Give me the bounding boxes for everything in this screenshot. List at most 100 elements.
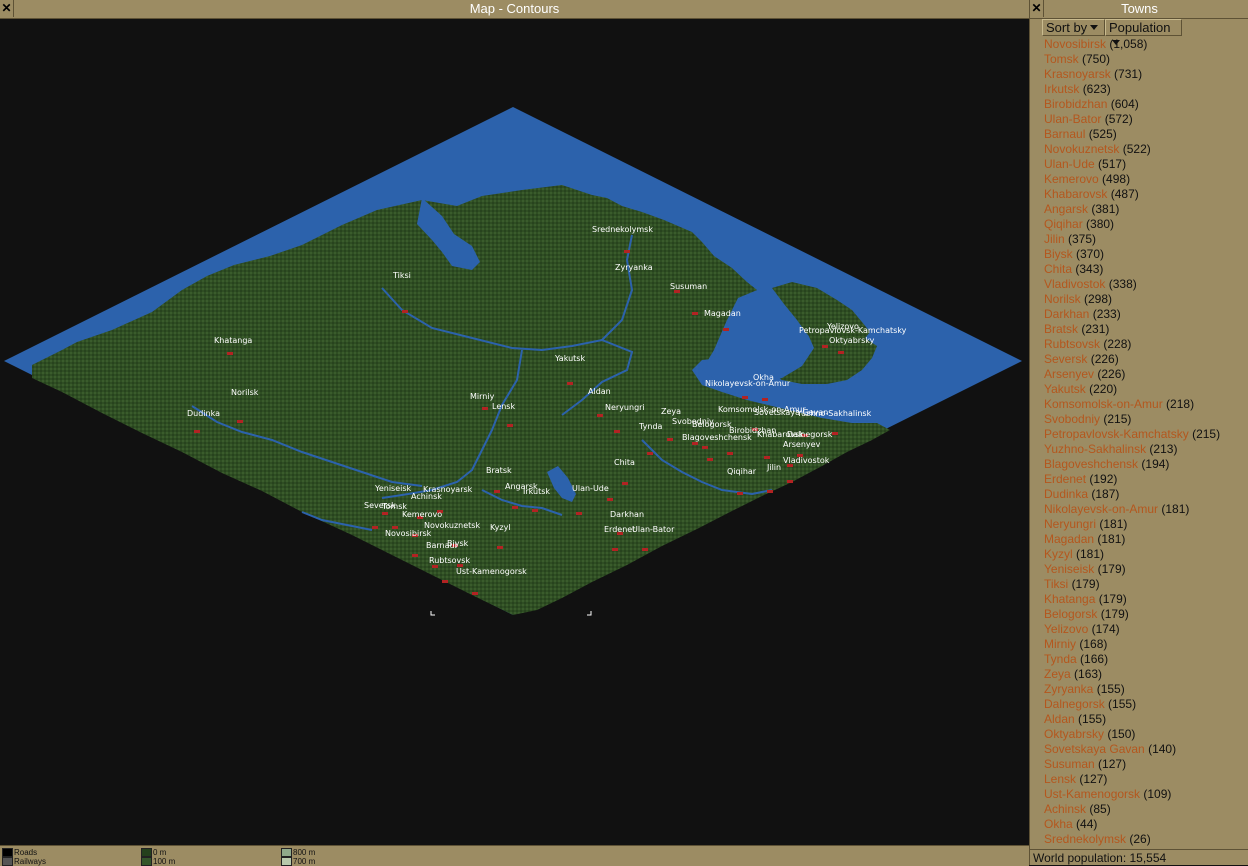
- map-label[interactable]: Jilin: [766, 463, 781, 472]
- map-label[interactable]: Nikolayevsk-on-Amur: [705, 379, 791, 388]
- town-name[interactable]: Erdenet: [1044, 472, 1086, 486]
- town-name[interactable]: Barnaul: [1044, 127, 1085, 141]
- contour-map[interactable]: Srednekolymsk Zyryanka Susuman Magadan Y…: [2, 20, 1029, 843]
- town-list-item[interactable]: Neryungri (181): [1044, 517, 1248, 532]
- town-name[interactable]: Nikolayevsk-on-Amur: [1044, 502, 1158, 516]
- town-list-item[interactable]: Norilsk (298): [1044, 292, 1248, 307]
- map-close-button[interactable]: ✕: [0, 0, 14, 17]
- map-label[interactable]: Srednekolymsk: [592, 225, 653, 234]
- map-label[interactable]: Mirniy: [470, 392, 495, 401]
- map-label[interactable]: Belogorsk: [692, 420, 732, 429]
- town-list-item[interactable]: Krasnoyarsk (731): [1044, 67, 1248, 82]
- town-name[interactable]: Petropavlovsk-Kamchatsky: [1044, 427, 1189, 441]
- town-list-item[interactable]: Arsenyev (226): [1044, 367, 1248, 382]
- map-label[interactable]: Chita: [614, 458, 635, 467]
- map-label[interactable]: Erdenet: [604, 525, 635, 534]
- town-name[interactable]: Khatanga: [1044, 592, 1095, 606]
- town-list-item[interactable]: Ust-Kamenogorsk (109): [1044, 787, 1248, 802]
- town-name[interactable]: Neryungri: [1044, 517, 1096, 531]
- map-label[interactable]: Ulan-Bator: [632, 525, 675, 534]
- map-label[interactable]: Novosibirsk: [385, 529, 432, 538]
- town-list-item[interactable]: Qiqihar (380): [1044, 217, 1248, 232]
- town-list-item[interactable]: Yeniseisk (179): [1044, 562, 1248, 577]
- map-label[interactable]: Qiqihar: [727, 467, 757, 476]
- town-name[interactable]: Srednekolymsk: [1044, 832, 1126, 846]
- town-list-item[interactable]: Mirniy (168): [1044, 637, 1248, 652]
- towns-titlebar[interactable]: Towns: [1030, 0, 1248, 19]
- town-name[interactable]: Kyzyl: [1044, 547, 1073, 561]
- map-label[interactable]: Oktyabrsky: [829, 336, 875, 345]
- town-list-item[interactable]: Khatanga (179): [1044, 592, 1248, 607]
- town-list-item[interactable]: Novosibirsk (1,058): [1044, 37, 1248, 52]
- town-list-item[interactable]: Kyzyl (181): [1044, 547, 1248, 562]
- town-name[interactable]: Novokuznetsk: [1044, 142, 1119, 156]
- map-label[interactable]: Tynda: [638, 422, 663, 431]
- map-label[interactable]: Yuzhno-Sakhalinsk: [796, 409, 872, 418]
- town-name[interactable]: Dalnegorsk: [1044, 697, 1105, 711]
- town-name[interactable]: Darkhan: [1044, 307, 1089, 321]
- map-label[interactable]: Bratsk: [486, 466, 512, 475]
- town-list-item[interactable]: Chita (343): [1044, 262, 1248, 277]
- map-label[interactable]: Barnaul: [426, 541, 457, 550]
- town-name[interactable]: Ulan-Ude: [1044, 157, 1095, 171]
- town-name[interactable]: Yakutsk: [1044, 382, 1086, 396]
- map-label[interactable]: Dalnegorsk: [787, 430, 833, 439]
- map-label[interactable]: Arsenyev: [783, 440, 821, 449]
- map-label[interactable]: Neryungri: [605, 403, 645, 412]
- town-name[interactable]: Jilin: [1044, 232, 1065, 246]
- town-name[interactable]: Sovetskaya Gavan: [1044, 742, 1145, 756]
- town-list-item[interactable]: Bratsk (231): [1044, 322, 1248, 337]
- map-label[interactable]: Novokuznetsk: [424, 521, 480, 530]
- town-name[interactable]: Susuman: [1044, 757, 1095, 771]
- map-label[interactable]: Vladivostok: [783, 456, 830, 465]
- town-list-item[interactable]: Belogorsk (179): [1044, 607, 1248, 622]
- town-list-item[interactable]: Irkutsk (623): [1044, 82, 1248, 97]
- map-label[interactable]: Norilsk: [231, 388, 259, 397]
- map-label[interactable]: Ulan-Ude: [572, 484, 609, 493]
- town-name[interactable]: Tynda: [1044, 652, 1077, 666]
- map-label[interactable]: Susuman: [670, 282, 707, 291]
- map-label[interactable]: Irkutsk: [523, 487, 550, 496]
- map-label[interactable]: Kyzyl: [490, 523, 511, 532]
- town-name[interactable]: Angarsk: [1044, 202, 1088, 216]
- town-name[interactable]: Norilsk: [1044, 292, 1081, 306]
- town-list-item[interactable]: Khabarovsk (487): [1044, 187, 1248, 202]
- town-name[interactable]: Ust-Kamenogorsk: [1044, 787, 1140, 801]
- town-list-item[interactable]: Svobodniy (215): [1044, 412, 1248, 427]
- map-label[interactable]: Khatanga: [214, 336, 252, 345]
- town-name[interactable]: Zeya: [1044, 667, 1071, 681]
- town-name[interactable]: Biysk: [1044, 247, 1073, 261]
- town-name[interactable]: Belogorsk: [1044, 607, 1097, 621]
- map-label[interactable]: Zeya: [661, 407, 681, 416]
- town-list-item[interactable]: Nikolayevsk-on-Amur (181): [1044, 502, 1248, 517]
- town-list-item[interactable]: Okha (44): [1044, 817, 1248, 832]
- town-list-item[interactable]: Zeya (163): [1044, 667, 1248, 682]
- town-name[interactable]: Dudinka: [1044, 487, 1088, 501]
- town-list-item[interactable]: Seversk (226): [1044, 352, 1248, 367]
- town-name[interactable]: Achinsk: [1044, 802, 1086, 816]
- sort-criteria-dropdown[interactable]: Population: [1105, 19, 1182, 45]
- town-name[interactable]: Vladivostok: [1044, 277, 1105, 291]
- map-titlebar[interactable]: Map - Contours: [0, 0, 1029, 19]
- town-list-item[interactable]: Novokuznetsk (522): [1044, 142, 1248, 157]
- town-list-item[interactable]: Sovetskaya Gavan (140): [1044, 742, 1248, 757]
- town-list-item[interactable]: Yakutsk (220): [1044, 382, 1248, 397]
- town-name[interactable]: Komsomolsk-on-Amur: [1044, 397, 1163, 411]
- towns-close-button[interactable]: ✕: [1030, 0, 1044, 17]
- town-list-item[interactable]: Yuzhno-Sakhalinsk (213): [1044, 442, 1248, 457]
- town-list-item[interactable]: Srednekolymsk (26): [1044, 832, 1248, 847]
- town-name[interactable]: Yuzhno-Sakhalinsk: [1044, 442, 1146, 456]
- map-label[interactable]: Achinsk: [411, 492, 442, 501]
- town-list-item[interactable]: Blagoveshchensk (194): [1044, 457, 1248, 472]
- town-list-item[interactable]: Jilin (375): [1044, 232, 1248, 247]
- town-name[interactable]: Svobodniy: [1044, 412, 1100, 426]
- town-list-item[interactable]: Vladivostok (338): [1044, 277, 1248, 292]
- map-label[interactable]: Zyryanka: [615, 263, 653, 272]
- town-list-item[interactable]: Susuman (127): [1044, 757, 1248, 772]
- map-label[interactable]: Kemerovo: [402, 510, 442, 519]
- town-name[interactable]: Krasnoyarsk: [1044, 67, 1111, 81]
- town-name[interactable]: Khabarovsk: [1044, 187, 1107, 201]
- town-name[interactable]: Zyryanka: [1044, 682, 1093, 696]
- town-list-item[interactable]: Aldan (155): [1044, 712, 1248, 727]
- town-list-item[interactable]: Biysk (370): [1044, 247, 1248, 262]
